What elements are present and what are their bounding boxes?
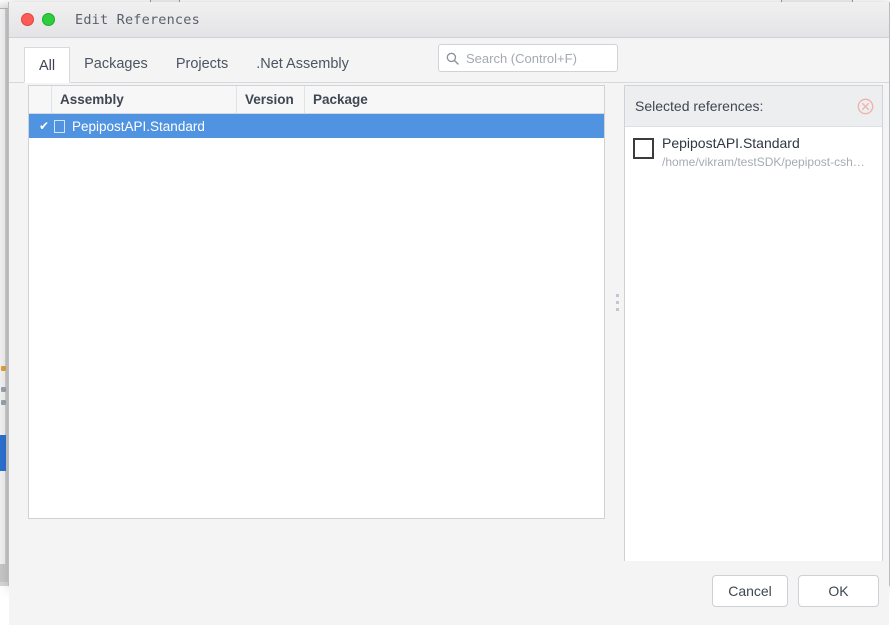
selected-references-title: Selected references: [635, 98, 857, 114]
background-tree-node [1, 387, 6, 392]
assembly-list-rows: ✔ PepipostAPI.Standard [29, 114, 604, 518]
splitter-dot [616, 301, 619, 304]
column-header-assembly[interactable]: Assembly [52, 86, 237, 113]
assembly-list-header: Assembly Version Package [29, 86, 604, 114]
column-header-checkbox[interactable] [29, 86, 52, 113]
window-title: Edit References [75, 12, 200, 28]
splitter-dot [616, 294, 619, 297]
edit-references-dialog: Edit References All Packages Projects .N… [8, 2, 890, 586]
selected-references-header: Selected references: [625, 86, 882, 127]
dialog-body: Assembly Version Package ✔ PepipostAPI.S… [9, 83, 889, 561]
tab-strip: All Packages Projects .Net Assembly [9, 38, 889, 83]
selected-references-panel: Selected references: PepipostAPI.Standar… [624, 85, 883, 604]
list-item[interactable]: PepipostAPI.Standard /home/vikram/testSD… [625, 133, 882, 173]
circle-x-icon[interactable] [857, 98, 874, 115]
splitter-dot [616, 308, 619, 311]
selected-reference-name: PepipostAPI.Standard [662, 135, 800, 151]
background-solution-pad [0, 9, 6, 564]
assembly-file-icon [54, 120, 65, 133]
background-tree-node [1, 366, 6, 371]
tab-net-assembly[interactable]: .Net Assembly [242, 46, 363, 82]
search-input[interactable] [464, 45, 610, 71]
selected-references-list: PepipostAPI.Standard /home/vikram/testSD… [625, 127, 882, 603]
column-header-package[interactable]: Package [305, 86, 604, 113]
selected-reference-path: /home/vikram/testSDK/pepipost-csh… [662, 155, 865, 169]
row-assembly-name: PepipostAPI.Standard [72, 119, 205, 134]
background-selected-tree-item [0, 435, 6, 471]
cancel-button[interactable]: Cancel [712, 575, 788, 607]
close-window-button[interactable] [21, 13, 34, 26]
assembly-list-panel: Assembly Version Package ✔ PepipostAPI.S… [28, 85, 605, 519]
tab-all[interactable]: All [24, 47, 70, 83]
search-box[interactable] [438, 44, 618, 72]
panel-splitter-handle[interactable] [611, 85, 624, 519]
tab-packages[interactable]: Packages [70, 46, 162, 82]
dialog-footer: Cancel OK [9, 561, 889, 625]
assembly-box-icon [633, 138, 654, 159]
search-icon [446, 52, 459, 65]
ok-button[interactable]: OK [798, 575, 879, 607]
row-checkmark-icon[interactable]: ✔ [39, 120, 54, 132]
zoom-window-button[interactable] [42, 13, 55, 26]
dialog-titlebar: Edit References [9, 2, 889, 38]
table-row[interactable]: ✔ PepipostAPI.Standard [29, 114, 604, 138]
background-tree-node [1, 400, 6, 405]
tab-projects[interactable]: Projects [162, 46, 242, 82]
column-header-version[interactable]: Version [237, 86, 305, 113]
